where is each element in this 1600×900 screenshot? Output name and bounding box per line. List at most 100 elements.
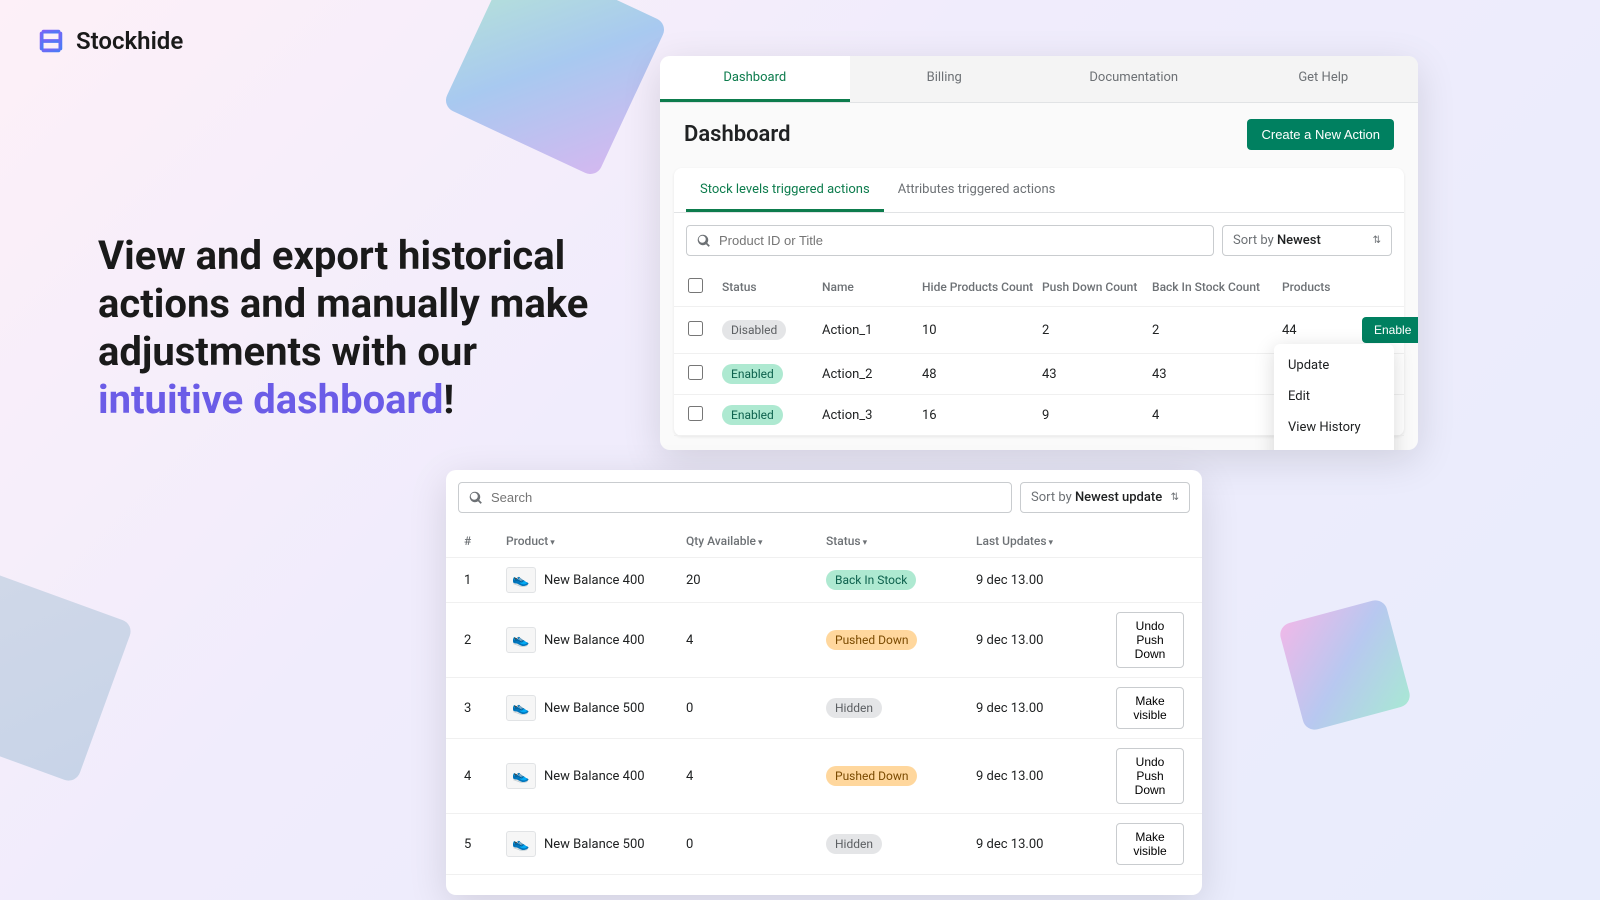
- headline: View and export historical actions and m…: [98, 232, 618, 424]
- product-cell: 👟 New Balance 500: [506, 695, 686, 721]
- qty-available: 0: [686, 701, 826, 716]
- hide-count: 10: [922, 323, 1042, 338]
- menu-delete[interactable]: Delete: [1274, 443, 1394, 450]
- tab-documentation[interactable]: Documentation: [1039, 56, 1229, 102]
- row-action-button[interactable]: Undo Push Down: [1116, 748, 1184, 804]
- headline-line3: adjustments with our: [98, 328, 477, 375]
- row-number: 3: [450, 701, 506, 716]
- qty-available: 0: [686, 837, 826, 852]
- page-title: Dashboard: [684, 122, 790, 147]
- push-count: 43: [1042, 367, 1152, 382]
- sort-label: Sort by: [1233, 233, 1277, 248]
- product-cell: 👟 New Balance 400: [506, 567, 686, 593]
- search-input[interactable]: [491, 490, 1001, 505]
- product-name: New Balance 500: [544, 701, 645, 716]
- header-qty[interactable]: Qty Available▾: [686, 534, 826, 548]
- chevron-updown-icon: ⇅: [1171, 492, 1179, 503]
- select-all-checkbox[interactable]: [678, 278, 722, 296]
- product-thumbnail: 👟: [506, 627, 536, 653]
- chevron-updown-icon: ⇅: [1373, 235, 1381, 246]
- sort-arrow-icon: ▾: [550, 538, 555, 548]
- row-checkbox[interactable]: [678, 365, 722, 384]
- headline-line1: View and export historical: [98, 232, 565, 279]
- search-input-wrapper[interactable]: [458, 482, 1012, 513]
- status-badge: Enabled: [722, 405, 783, 425]
- row-action-button[interactable]: Undo Push Down: [1116, 612, 1184, 668]
- header-hide-count: Hide Products Count: [922, 280, 1042, 294]
- push-count: 2: [1042, 323, 1152, 338]
- table-row: 1 👟 New Balance 400 20 Back In Stock 9 d…: [446, 558, 1202, 603]
- row-checkbox[interactable]: [678, 406, 722, 425]
- sort-select[interactable]: Sort by Newest update ⇅: [1020, 482, 1190, 513]
- table-header-row: Status Name Hide Products Count Push Dow…: [674, 268, 1404, 307]
- subtab-stock-levels[interactable]: Stock levels triggered actions: [686, 168, 884, 212]
- last-updated: 9 dec 13.00: [976, 837, 1116, 852]
- row-context-menu: Update Edit View History Delete Undo cha…: [1274, 344, 1394, 450]
- action-name: Action_2: [822, 367, 922, 382]
- product-cell: 👟 New Balance 400: [506, 763, 686, 789]
- header-products: Products: [1282, 280, 1362, 294]
- sort-arrow-icon: ▾: [758, 538, 763, 548]
- header-status[interactable]: Status▾: [826, 534, 976, 548]
- tab-billing[interactable]: Billing: [850, 56, 1040, 102]
- product-thumbnail: 👟: [506, 695, 536, 721]
- subtab-attributes[interactable]: Attributes triggered actions: [884, 168, 1070, 212]
- last-updated: 9 dec 13.00: [976, 701, 1116, 716]
- row-number: 5: [450, 837, 506, 852]
- product-name: New Balance 400: [544, 633, 645, 648]
- status-badge: Hidden: [826, 698, 882, 718]
- header-number: #: [450, 534, 506, 548]
- product-thumbnail: 👟: [506, 831, 536, 857]
- status-badge: Hidden: [826, 834, 882, 854]
- action-name: Action_1: [822, 323, 922, 338]
- tab-dashboard[interactable]: Dashboard: [660, 56, 850, 102]
- qty-available: 4: [686, 633, 826, 648]
- qty-available: 4: [686, 769, 826, 784]
- nav-tabs: Dashboard Billing Documentation Get Help: [660, 56, 1418, 103]
- header-name: Name: [822, 280, 922, 294]
- product-name: New Balance 400: [544, 769, 645, 784]
- menu-edit[interactable]: Edit: [1274, 381, 1394, 412]
- row-number: 1: [450, 573, 506, 588]
- header-updated[interactable]: Last Updates▾: [976, 534, 1116, 548]
- brand-logo: Stockhide: [36, 26, 183, 56]
- hide-count: 48: [922, 367, 1042, 382]
- dashboard-window: Dashboard Billing Documentation Get Help…: [660, 56, 1418, 450]
- product-cell: 👟 New Balance 400: [506, 627, 686, 653]
- action-name: Action_3: [822, 408, 922, 423]
- sort-select[interactable]: Sort by Newest ⇅: [1222, 225, 1392, 256]
- back-count: 2: [1152, 323, 1282, 338]
- products-table: # Product▾ Qty Available▾ Status▾ Last U…: [446, 525, 1202, 875]
- status-badge: Disabled: [722, 320, 786, 340]
- row-checkbox[interactable]: [678, 321, 722, 340]
- product-name: New Balance 500: [544, 837, 645, 852]
- table-row: 4 👟 New Balance 400 4 Pushed Down 9 dec …: [446, 739, 1202, 814]
- product-name: New Balance 400: [544, 573, 645, 588]
- product-thumbnail: 👟: [506, 763, 536, 789]
- tab-get-help[interactable]: Get Help: [1229, 56, 1419, 102]
- menu-update[interactable]: Update: [1274, 350, 1394, 381]
- decorative-cube: [1278, 598, 1413, 733]
- products-window: Sort by Newest update ⇅ # Product▾ Qty A…: [446, 470, 1202, 895]
- last-updated: 9 dec 13.00: [976, 633, 1116, 648]
- status-badge: Pushed Down: [826, 766, 917, 786]
- header-status: Status: [722, 280, 822, 294]
- menu-view-history[interactable]: View History: [1274, 412, 1394, 443]
- search-input-wrapper[interactable]: [686, 225, 1214, 256]
- header-product[interactable]: Product▾: [506, 534, 686, 548]
- headline-line2: actions and manually make: [98, 280, 588, 327]
- sort-arrow-icon: ▾: [863, 538, 868, 548]
- search-input[interactable]: [719, 233, 1203, 248]
- row-action-button[interactable]: Make visible: [1116, 823, 1184, 865]
- last-updated: 9 dec 13.00: [976, 573, 1116, 588]
- back-count: 4: [1152, 408, 1282, 423]
- table-header-row: # Product▾ Qty Available▾ Status▾ Last U…: [446, 525, 1202, 558]
- enable-button[interactable]: Enable: [1362, 317, 1418, 343]
- table-row: 2 👟 New Balance 400 4 Pushed Down 9 dec …: [446, 603, 1202, 678]
- row-action-button[interactable]: Make visible: [1116, 687, 1184, 729]
- create-action-button[interactable]: Create a New Action: [1247, 119, 1394, 150]
- decorative-cube: [0, 566, 134, 784]
- sort-value: Newest: [1277, 233, 1321, 248]
- table-row: 5 👟 New Balance 500 0 Hidden 9 dec 13.00…: [446, 814, 1202, 875]
- row-number: 4: [450, 769, 506, 784]
